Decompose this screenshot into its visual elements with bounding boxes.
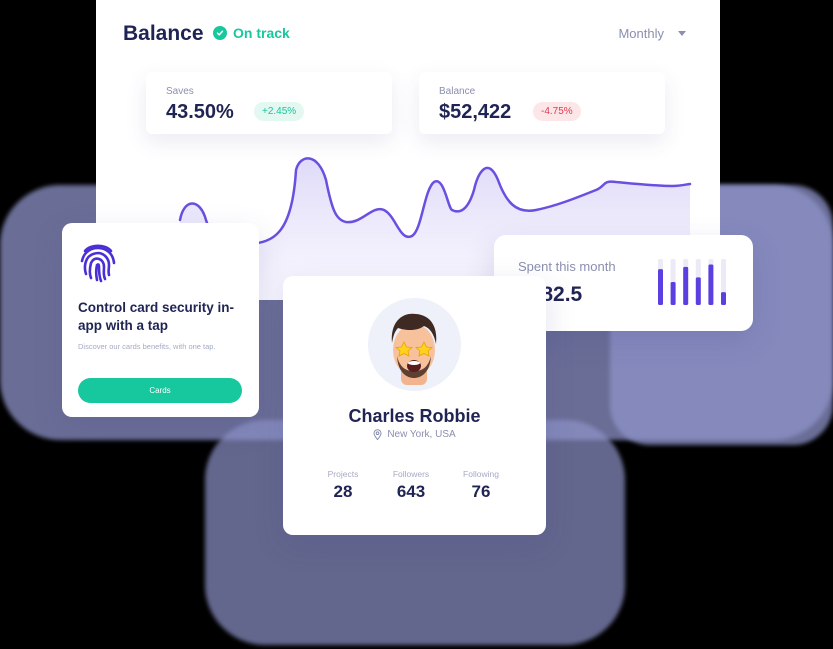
security-title: Control card security in-app with a tap — [78, 300, 235, 333]
spending-bar — [721, 292, 726, 305]
location-text: New York, USA — [387, 429, 456, 440]
spending-bar — [670, 282, 676, 305]
status-text: On track — [233, 25, 290, 41]
change-badge: -4.75% — [533, 102, 581, 121]
spending-bar — [695, 277, 701, 305]
stat-label: Followers — [392, 469, 430, 479]
period-dropdown[interactable]: Monthly — [618, 26, 686, 41]
period-label: Monthly — [618, 26, 664, 41]
spending-bar-chart — [658, 259, 726, 305]
profile-location: New York, USA — [283, 429, 546, 440]
avatar — [368, 298, 461, 391]
spending-bar — [683, 266, 689, 305]
spent-label: Spent this month — [518, 259, 616, 274]
stat-label: Saves — [166, 86, 194, 97]
spending-bar — [658, 269, 663, 305]
cards-button[interactable]: Cards — [78, 378, 242, 403]
panel-title: Balance — [123, 22, 204, 45]
profile-name: Charles Robbie — [348, 406, 481, 426]
stat-value: 643 — [396, 482, 426, 501]
spending-bar — [708, 264, 714, 305]
card-security-card: Control card security in-app with a tap … — [62, 223, 259, 417]
saves-stat-card: Saves 43.50% +2.45% — [146, 72, 392, 134]
following-stat: Following 76 — [451, 469, 511, 502]
stat-label: Projects — [327, 469, 359, 479]
stat-value: 43.50% — [166, 101, 234, 123]
status-indicator: On track — [213, 25, 290, 41]
stat-label: Balance — [439, 86, 476, 97]
map-pin-icon — [373, 429, 382, 440]
change-badge: +2.45% — [254, 102, 305, 121]
stat-value: 76 — [471, 482, 491, 501]
stat-value: $52,422 — [439, 101, 512, 123]
followers-stat: Followers 643 — [381, 469, 441, 502]
balance-stat-card: Balance $52,422 -4.75% — [419, 72, 665, 134]
stat-label: Following — [463, 469, 499, 479]
chevron-down-icon — [678, 31, 686, 36]
security-description: Discover our cards benefits, with one ta… — [78, 342, 216, 351]
fingerprint-icon — [80, 244, 116, 283]
projects-stat: Projects 28 — [313, 469, 373, 502]
profile-card: Charles Robbie New York, USA Projects 28… — [283, 276, 546, 535]
stat-value: 28 — [333, 482, 353, 501]
check-circle-icon — [213, 26, 227, 40]
